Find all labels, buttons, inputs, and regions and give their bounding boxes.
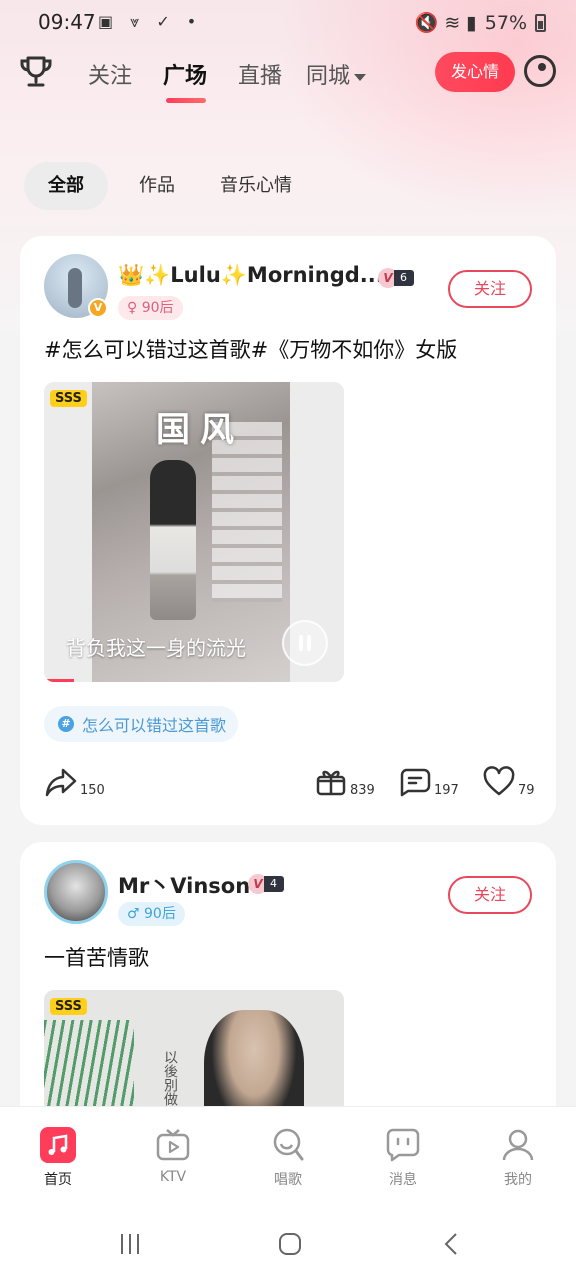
post-actions: 150 839 197 79 (20, 766, 556, 806)
microphone-icon (270, 1127, 306, 1163)
share-icon (45, 768, 77, 797)
cover-figure (150, 460, 196, 620)
top-nav: 关注 广场 直播 同城 发心情 (0, 46, 576, 116)
pause-icon[interactable] (282, 620, 328, 666)
heart-icon (483, 766, 515, 796)
share-button[interactable]: 150 (44, 766, 105, 798)
system-icons: 🔇 ≋ ▮ (414, 12, 477, 34)
feed-post[interactable]: V 👑✨Lulu✨Morningd... V 6 ♀ 90后 关注 #怎么可以错… (20, 236, 556, 825)
notification-icons: ▣ ⩔ ✓ • (98, 12, 203, 31)
comment-button[interactable]: 197 (398, 766, 459, 798)
nav-me-label: 我的 (504, 1172, 532, 1188)
topic-tag[interactable]: # 怎么可以错过这首歌 (44, 706, 239, 742)
home-icon[interactable] (278, 1232, 302, 1256)
tab-local-label: 同城 (306, 64, 351, 89)
level-badge: V 4 (248, 874, 284, 894)
record-icon[interactable] (524, 55, 556, 87)
verified-badge-icon: V (88, 298, 108, 318)
follow-button[interactable]: 关注 (448, 270, 532, 308)
username[interactable]: Mr丶Vinson (118, 870, 250, 900)
status-bar: 09:47 ▣ ⩔ ✓ • 🔇 ≋ ▮ 57% (0, 0, 576, 46)
sss-badge: SSS (50, 390, 87, 407)
nav-ktv-label: KTV (159, 1169, 187, 1185)
music-note-icon (40, 1127, 76, 1163)
post-text: #怎么可以错过这首歌#《万物不如你》女版 (44, 338, 458, 362)
comment-icon (400, 768, 431, 797)
trophy-icon[interactable] (18, 54, 54, 90)
tab-live[interactable]: 直播 (238, 58, 282, 90)
nav-me[interactable]: 我的 (488, 1127, 548, 1189)
bottom-nav: 首页 KTV 唱歌 消息 我的 (0, 1106, 576, 1206)
battery-percent: 57% (484, 11, 527, 34)
feed-post[interactable]: Mr丶Vinson V 4 ♂ 90后 关注 一首苦情歌 以後別做朋友 SSS (20, 842, 556, 1142)
back-icon[interactable] (440, 1232, 464, 1256)
avatar[interactable] (44, 860, 108, 924)
video-cover[interactable]: 国风 SSS 背负我这一身的流光 (44, 382, 344, 682)
post-mood-button[interactable]: 发心情 (435, 52, 515, 92)
battery-icon (535, 13, 546, 32)
message-icon (385, 1127, 421, 1163)
filter-works[interactable]: 作品 (139, 162, 175, 210)
chevron-down-icon (354, 73, 367, 81)
status-right: 🔇 ≋ ▮ 57% (415, 11, 546, 34)
nav-messages[interactable]: 消息 (373, 1127, 433, 1189)
nav-sing[interactable]: 唱歌 (258, 1127, 318, 1189)
gift-count: 839 (350, 783, 375, 798)
gift-icon (316, 770, 346, 796)
active-tab-indicator (166, 98, 206, 103)
topic-label: 怎么可以错过这首歌 (82, 716, 227, 735)
nav-home-label: 首页 (44, 1172, 72, 1188)
level-number: 4 (264, 876, 284, 892)
age-tag: ♀ 90后 (118, 296, 183, 320)
lyric-text: 背负我这一身的流光 (66, 636, 246, 660)
level-badge: V 6 (378, 268, 414, 288)
avatar-figure (68, 268, 82, 308)
hashtag-icon: # (58, 716, 74, 732)
system-nav-bar (0, 1206, 576, 1280)
playback-progress (44, 679, 74, 682)
follow-button[interactable]: 关注 (448, 876, 532, 914)
nav-sing-label: 唱歌 (274, 1172, 302, 1188)
filter-music-mood[interactable]: 音乐心情 (220, 162, 292, 210)
age-tag: ♂ 90后 (118, 902, 185, 926)
tab-square[interactable]: 广场 (163, 58, 207, 90)
filter-all[interactable]: 全部 (24, 162, 108, 210)
username[interactable]: 👑✨Lulu✨Morningd... (118, 263, 384, 288)
status-time: 09:47 (38, 10, 96, 34)
nav-home[interactable]: 首页 (28, 1127, 88, 1189)
post-text: 一首苦情歌 (44, 946, 149, 970)
tab-local[interactable]: 同城 (306, 58, 367, 90)
tv-icon (155, 1127, 191, 1163)
comment-count: 197 (434, 783, 459, 798)
gift-button[interactable]: 839 (314, 766, 375, 798)
recent-apps-icon[interactable] (118, 1232, 142, 1256)
sss-badge: SSS (50, 998, 87, 1015)
tab-follow[interactable]: 关注 (88, 58, 132, 90)
nav-ktv[interactable]: KTV (143, 1127, 203, 1185)
share-count: 150 (80, 783, 105, 798)
like-count: 79 (518, 783, 535, 798)
cover-title: 国风 (156, 410, 244, 450)
nav-messages-label: 消息 (389, 1172, 417, 1188)
like-button[interactable]: 79 (482, 766, 535, 798)
person-icon (500, 1127, 536, 1163)
level-number: 6 (394, 270, 414, 286)
